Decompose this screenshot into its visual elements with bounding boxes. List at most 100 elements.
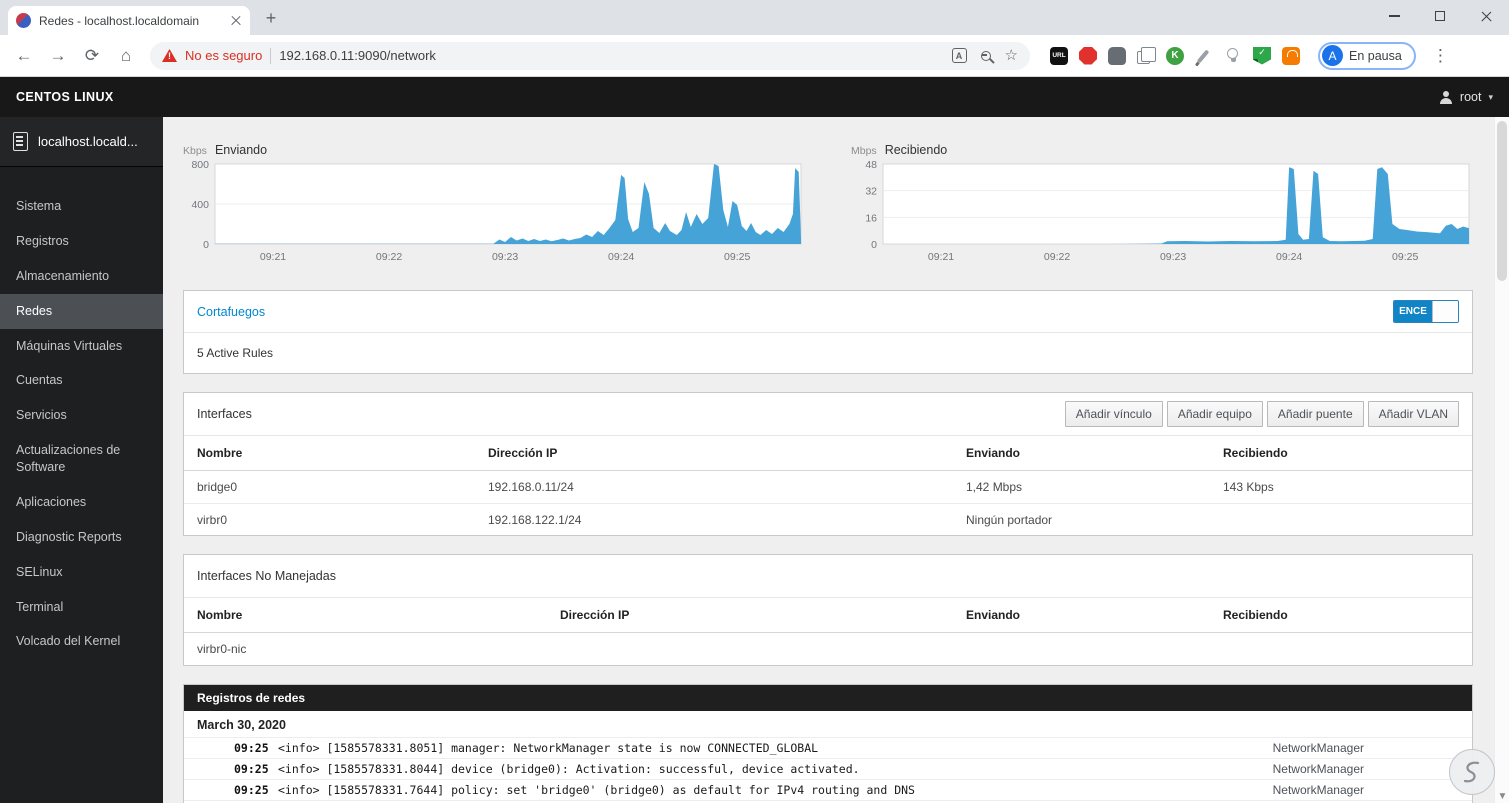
cell-name: virbr0-nic [197, 642, 247, 656]
sidebar-item-cuentas[interactable]: Cuentas [0, 363, 163, 398]
sidebar-item-diagnostic-reports[interactable]: Diagnostic Reports [0, 520, 163, 555]
browser-tab[interactable]: Redes - localhost.localdomain [8, 6, 250, 35]
svg-text:16: 16 [865, 212, 877, 224]
svg-text:09:23: 09:23 [492, 251, 518, 263]
svg-text:32: 32 [865, 186, 877, 198]
log-time: 09:25 [234, 741, 269, 755]
log-row[interactable]: 09:25 <info> [1585578331.7644] policy: s… [184, 779, 1472, 800]
add-bond-button[interactable]: Añadir vínculo [1064, 401, 1163, 427]
table-row-virbr0-nic[interactable]: virbr0-nic [184, 633, 1472, 665]
sidebar-item-selinux[interactable]: SELinux [0, 555, 163, 590]
home-button[interactable]: ⌂ [112, 42, 140, 70]
log-service: NetworkManager [1272, 762, 1364, 776]
tab-close-icon[interactable] [230, 15, 242, 27]
col-nombre: Nombre [197, 446, 243, 460]
chart-sending-title: Enviando [214, 143, 268, 157]
browser-menu-button[interactable]: ⋮ [1432, 46, 1449, 66]
log-row[interactable]: 09:25 <info> [1585578331.8051] manager: … [184, 737, 1472, 758]
shield-badge: 0 [1253, 58, 1259, 65]
log-service: NetworkManager [1272, 741, 1364, 755]
extensions-area: URL K ✓ 0 [1050, 46, 1300, 65]
sidebar-item-almacenamiento[interactable]: Almacenamiento [0, 259, 163, 294]
scrollbar[interactable]: ▼ [1494, 117, 1509, 803]
shopping-extension-icon[interactable] [1282, 46, 1300, 65]
sidebar-nav: Sistema Registros Almacenamiento Redes M… [0, 167, 163, 659]
user-icon [1439, 90, 1453, 104]
address-separator [270, 47, 272, 64]
scrollbar-down-arrow[interactable]: ▼ [1495, 791, 1509, 802]
reload-button[interactable]: ⟳ [78, 42, 106, 70]
svg-text:09:24: 09:24 [1276, 251, 1302, 263]
shield-extension-icon[interactable]: ✓ 0 [1253, 46, 1271, 65]
address-bar[interactable]: No es seguro 192.168.0.11:9090/network A… [150, 41, 1030, 70]
firewall-rules-text: 5 Active Rules [184, 332, 1472, 373]
security-label[interactable]: No es seguro [185, 48, 262, 63]
scrollbar-thumb[interactable] [1497, 121, 1507, 281]
close-button[interactable] [1463, 0, 1509, 32]
cat-extension-icon[interactable] [1108, 46, 1126, 65]
sidebar-item-servicios[interactable]: Servicios [0, 398, 163, 433]
sidebar-item-volcado-kernel[interactable]: Volcado del Kernel [0, 624, 163, 659]
copy-icon [1137, 46, 1156, 64]
svg-text:09:22: 09:22 [1044, 251, 1070, 263]
maximize-button[interactable] [1417, 0, 1463, 32]
firewall-toggle[interactable]: ENCE [1393, 300, 1459, 323]
table-row-virbr0[interactable]: virbr0 192.168.122.1/24 Ningún portador [184, 503, 1472, 535]
brush-extension-icon[interactable] [1195, 47, 1213, 65]
adblock-extension-icon[interactable] [1079, 46, 1097, 65]
log-time: 09:25 [234, 783, 269, 797]
add-vlan-button[interactable]: Añadir VLAN [1367, 401, 1459, 427]
bookmark-star-icon[interactable]: ☆ [1005, 48, 1018, 63]
chart-sending: Kbps Enviando 0 400 800 09:21 09:22 09:23 09:2… [183, 143, 805, 268]
forward-button[interactable]: → [44, 42, 72, 70]
cell-sending: Ningún portador [966, 512, 1053, 527]
keepa-extension-icon[interactable]: K [1166, 46, 1184, 65]
url-text[interactable]: 192.168.0.11:9090/network [279, 48, 943, 63]
lightbulb-extension-icon[interactable] [1224, 47, 1242, 65]
sidebar-item-redes[interactable]: Redes [0, 293, 163, 329]
sidebar-item-sistema[interactable]: Sistema [0, 189, 163, 224]
receiving-chart-plot: 0 16 32 48 09:21 09:22 09:23 09:24 09:25 [865, 159, 1470, 263]
chart-sending-head: Kbps Enviando [183, 143, 805, 157]
new-tab-button[interactable]: + [258, 5, 284, 31]
svg-text:09:25: 09:25 [1392, 251, 1418, 263]
screen-capture-overlay[interactable] [1449, 749, 1495, 795]
firewall-link[interactable]: Cortafuegos [197, 305, 265, 319]
table-row-bridge0[interactable]: bridge0 192.168.0.11/24 1,42 Mbps 143 Kb… [184, 471, 1472, 503]
firewall-panel: Cortafuegos ENCE 5 Active Rules [183, 290, 1473, 374]
svg-text:09:25: 09:25 [724, 251, 750, 263]
col-enviando: Enviando [966, 608, 1021, 622]
svg-text:09:23: 09:23 [1160, 251, 1186, 263]
col-enviando: Enviando [966, 446, 1021, 460]
svg-text:48: 48 [865, 159, 877, 171]
app-body: localhost.locald... Sistema Registros Al… [0, 117, 1509, 803]
log-message: <info> [1585578331.8051] manager: Networ… [278, 741, 819, 755]
zoom-icon[interactable] [980, 50, 991, 61]
col-recibiendo: Recibiendo [1223, 446, 1288, 460]
user-menu[interactable]: root ▾ [1439, 90, 1493, 104]
add-team-button[interactable]: Añadir equipo [1166, 401, 1263, 427]
url-extension-icon[interactable]: URL [1050, 46, 1068, 65]
charts-row: Kbps Enviando 0 400 800 09:21 09:22 09:23 09:2… [183, 143, 1473, 268]
minimize-button[interactable] [1371, 0, 1417, 32]
sidebar-item-registros[interactable]: Registros [0, 224, 163, 259]
sidebar-item-terminal[interactable]: Terminal [0, 590, 163, 625]
log-row[interactable]: 09:25 <info> [1585578331.8044] device (b… [184, 758, 1472, 779]
shield-check: ✓ [1258, 46, 1266, 57]
profile-button[interactable]: A En pausa [1318, 41, 1416, 70]
chart-receiving-title: Recibiendo [884, 143, 948, 157]
copy-extension-icon[interactable] [1137, 46, 1156, 65]
svg-text:09:21: 09:21 [928, 251, 954, 263]
sidebar-item-aplicaciones[interactable]: Aplicaciones [0, 485, 163, 520]
chart-receiving-head: Mbps Recibiendo [851, 143, 1473, 157]
cockpit-favicon [16, 13, 31, 28]
translate-icon[interactable]: A [951, 48, 967, 63]
browser-toolbar: ← → ⟳ ⌂ No es seguro 192.168.0.11:9090/n… [0, 35, 1509, 77]
sidebar-item-maquinas-virtuales[interactable]: Máquinas Virtuales [0, 329, 163, 364]
sidebar-item-actualizaciones[interactable]: Actualizaciones de Software [0, 433, 163, 485]
host-selector[interactable]: localhost.locald... [0, 117, 163, 167]
back-button[interactable]: ← [10, 42, 38, 70]
add-bridge-button[interactable]: Añadir puente [1266, 401, 1364, 427]
close-icon [1480, 10, 1493, 23]
security-warning-icon[interactable] [162, 49, 177, 62]
